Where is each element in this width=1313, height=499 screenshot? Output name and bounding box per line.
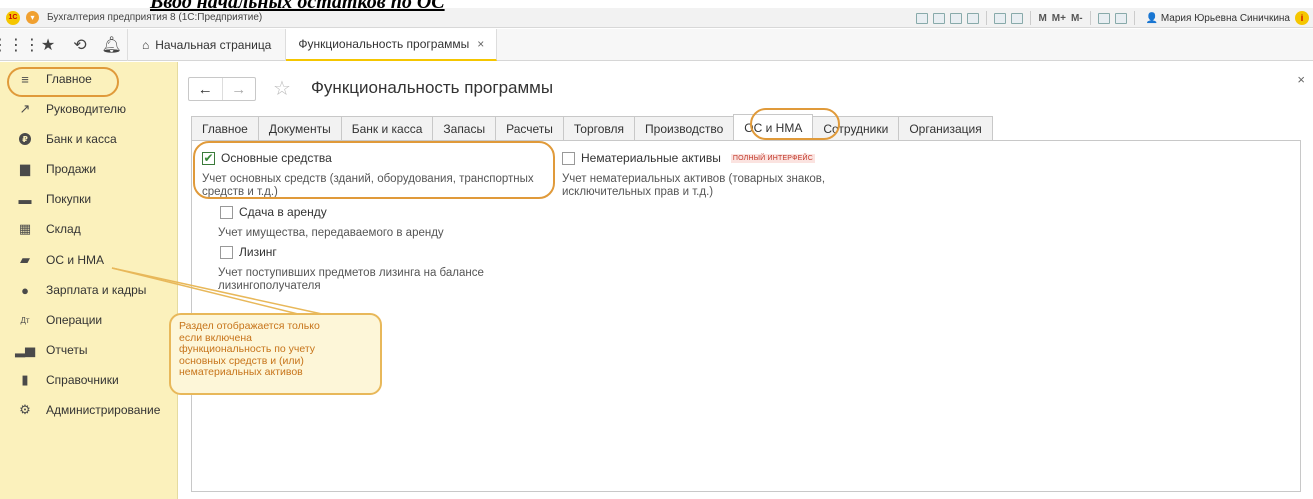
save-icon[interactable] xyxy=(916,12,929,24)
memory-m-button[interactable]: M xyxy=(1038,13,1046,24)
favorite-star-icon[interactable]: ☆ xyxy=(273,76,291,101)
cart-icon: ▬ xyxy=(18,191,32,207)
tab-settlements[interactable]: Расчеты xyxy=(495,116,564,140)
section-tabs: Главное Документы Банк и касса Запасы Ра… xyxy=(191,114,993,140)
fixed-assets-checkbox[interactable] xyxy=(202,151,215,165)
title-toolbar: M M+ M- 👤 Мария Юрьевна Синичкина i xyxy=(916,8,1313,28)
print-icon[interactable] xyxy=(933,12,946,24)
sections-panel: ≡ Главное ↗ Руководителю ₽ Банк и касса … xyxy=(0,62,178,499)
1c-logo-icon: 1С xyxy=(6,10,20,25)
memory-m-minus-button[interactable]: M- xyxy=(1071,13,1083,24)
sidebar-item-catalogs[interactable]: ▮ Справочники xyxy=(0,369,178,391)
memory-m-plus-button[interactable]: M+ xyxy=(1052,13,1066,24)
back-button[interactable]: ← xyxy=(189,78,222,100)
window-icon[interactable] xyxy=(1114,12,1127,24)
intangibles-desc: Учет нематериальных активов (товарных зн… xyxy=(562,173,826,198)
fixed-assets-option[interactable]: Основные средства xyxy=(202,151,332,165)
nav-buttons: ← → xyxy=(188,77,256,101)
sidebar-item-manager[interactable]: ↗ Руководителю xyxy=(0,98,178,120)
apps-grid-icon[interactable]: ⋮⋮⋮ xyxy=(0,29,40,61)
shopping-bag-icon: ▆ xyxy=(20,161,30,176)
bar-chart-icon: ▂▅ xyxy=(15,342,35,357)
main-menu-button[interactable]: ▾ xyxy=(26,11,39,24)
sidebar-item-bank[interactable]: ₽ Банк и касса xyxy=(0,128,178,150)
heading-overlay: Ввод начальных остатков по ОС xyxy=(150,0,445,13)
intangibles-option[interactable]: Нематериальные активы полный интерфейс xyxy=(562,151,815,165)
lease-checkbox[interactable] xyxy=(220,205,233,219)
tab-home-page[interactable]: ⌂ Начальная страница xyxy=(128,28,287,61)
main-content: ← → ☆ Функциональность программы × Главн… xyxy=(179,62,1313,499)
menu-lines-icon: ≡ xyxy=(21,71,29,87)
tab-stock[interactable]: Запасы xyxy=(432,116,497,140)
tab-main[interactable]: Главное xyxy=(191,116,259,140)
leasing-checkbox[interactable] xyxy=(220,245,233,259)
tab-functionality[interactable]: Функциональность программы × xyxy=(286,28,498,61)
calculator-icon[interactable] xyxy=(994,12,1007,24)
favorites-icon[interactable]: ★ xyxy=(32,29,64,61)
sidebar-item-sales[interactable]: ▆ Продажи xyxy=(0,158,178,180)
tab-employees[interactable]: Сотрудники xyxy=(812,116,900,140)
sidebar-item-main[interactable]: ≡ Главное xyxy=(0,68,178,90)
fixed-assets-desc: Учет основных средств (зданий, оборудова… xyxy=(202,173,534,198)
tab-production[interactable]: Производство xyxy=(634,116,735,140)
tab-bank[interactable]: Банк и касса xyxy=(340,116,434,140)
ruble-coin-icon: ₽ xyxy=(16,133,34,145)
user-name[interactable]: 👤 Мария Юрьевна Синичкина xyxy=(1146,13,1290,24)
callout-note: Раздел отображается только если включена… xyxy=(169,313,382,395)
home-icon: ⌂ xyxy=(142,37,150,52)
print-preview-icon[interactable] xyxy=(967,12,980,24)
calendar-icon[interactable] xyxy=(1011,12,1024,24)
info-icon[interactable]: i xyxy=(1295,11,1309,25)
gear-icon: ⚙ xyxy=(19,402,31,417)
lease-desc: Учет имущества, передаваемого в аренду xyxy=(218,227,444,239)
tab-trade[interactable]: Торговля xyxy=(562,116,636,140)
truck-icon: ▰ xyxy=(20,252,30,267)
forward-button[interactable]: → xyxy=(221,78,256,100)
full-interface-badge: полный интерфейс xyxy=(730,153,815,163)
close-window-icon[interactable]: × xyxy=(1297,72,1305,87)
tab-fixed-assets[interactable]: ОС и НМА xyxy=(733,114,814,140)
history-icon[interactable]: ⟲ xyxy=(64,29,96,61)
lease-option[interactable]: Сдача в аренду xyxy=(220,205,327,219)
open-windows-bar: ⋮⋮⋮ ★ ⟲ 🔔︎ ⌂ Начальная страница Функцион… xyxy=(0,28,1313,61)
trend-arrow-icon: ↗ xyxy=(19,101,31,116)
dt-kt-icon: Дт xyxy=(20,315,30,325)
sidebar-item-reports[interactable]: ▂▅ Отчеты xyxy=(0,339,178,361)
close-icon[interactable]: × xyxy=(477,37,484,51)
warehouse-icon: ▦ xyxy=(18,221,32,236)
leasing-desc: Учет поступивших предметов лизинга на ба… xyxy=(218,267,484,292)
intangibles-checkbox[interactable] xyxy=(562,151,575,165)
page-title: Функциональность программы xyxy=(311,78,554,97)
book-icon: ▮ xyxy=(21,372,29,387)
leasing-option[interactable]: Лизинг xyxy=(220,245,277,259)
upload-icon[interactable] xyxy=(950,12,963,24)
sidebar-item-fixed-assets[interactable]: ▰ ОС и НМА xyxy=(0,249,178,271)
notifications-icon[interactable]: 🔔︎ xyxy=(96,28,128,61)
zoom-icon[interactable] xyxy=(1097,12,1110,24)
sidebar-item-admin[interactable]: ⚙ Администрирование xyxy=(0,399,178,421)
sidebar-item-payroll[interactable]: ● Зарплата и кадры xyxy=(0,279,178,301)
sidebar-item-warehouse[interactable]: ▦ Склад xyxy=(0,218,178,240)
sidebar-item-operations[interactable]: Дт Операции xyxy=(0,309,178,331)
sidebar-item-purchases[interactable]: ▬ Покупки xyxy=(0,188,178,210)
person-icon: ● xyxy=(21,282,29,298)
tab-documents[interactable]: Документы xyxy=(257,116,342,140)
tab-organization[interactable]: Организация xyxy=(898,116,993,140)
